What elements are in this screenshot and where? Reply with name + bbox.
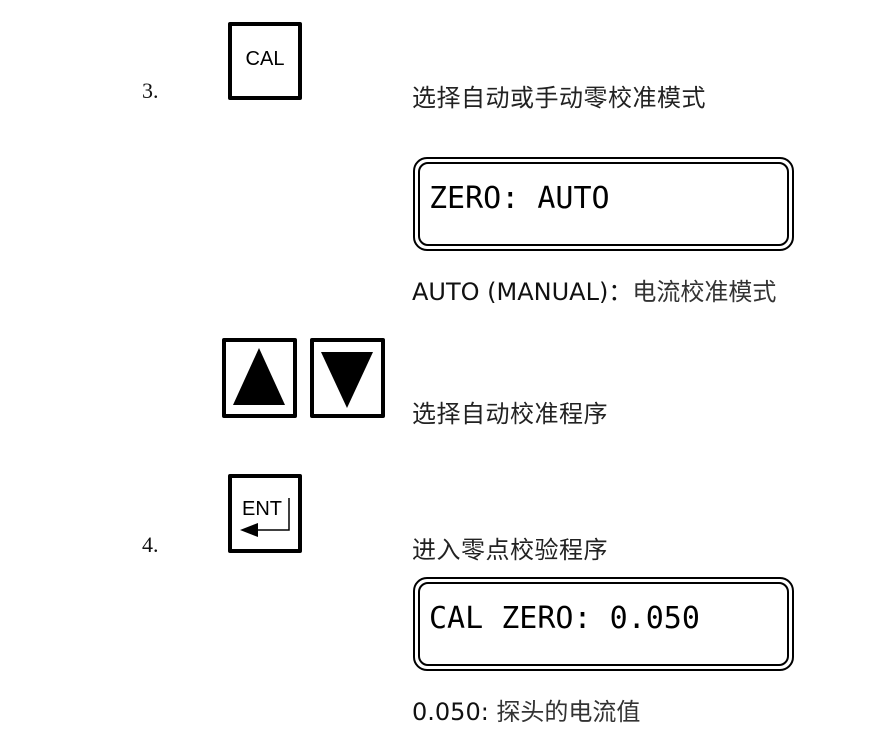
step-description: 进入零点校验程序 (412, 536, 608, 564)
step-number: 4. (142, 532, 159, 557)
enter-arrow-icon (240, 498, 290, 537)
note-prefix: 0.050: (412, 698, 497, 726)
lcd-text: CAL ZERO: 0.050 (429, 601, 700, 636)
down-arrow-key-button[interactable] (310, 338, 385, 418)
up-triangle-icon (233, 348, 285, 405)
note-prefix: AUTO (MANUAL)： (412, 278, 633, 306)
display-note: 0.050: 探头的电流值 (412, 692, 640, 727)
enter-key-button[interactable]: ENT (228, 474, 302, 553)
step-number: 3. (142, 78, 159, 103)
note-text: 电流校准模式 (632, 278, 777, 306)
down-triangle-icon (321, 352, 373, 408)
cal-key-label: CAL (245, 48, 285, 70)
display-note: AUTO (MANUAL)：电流校准模式 (412, 272, 776, 307)
cal-key-button[interactable]: CAL (228, 22, 302, 100)
up-arrow-key-button[interactable] (222, 338, 297, 418)
note-text: 探头的电流值 (496, 698, 641, 726)
lcd-display: CAL ZERO: 0.050 (413, 577, 794, 671)
lcd-display: ZERO: AUTO (413, 157, 794, 251)
step-description: 选择自动或手动零校准模式 (412, 84, 706, 112)
lcd-text: ZERO: AUTO (429, 181, 610, 216)
sub-step-description: 选择自动校准程序 (412, 400, 608, 428)
